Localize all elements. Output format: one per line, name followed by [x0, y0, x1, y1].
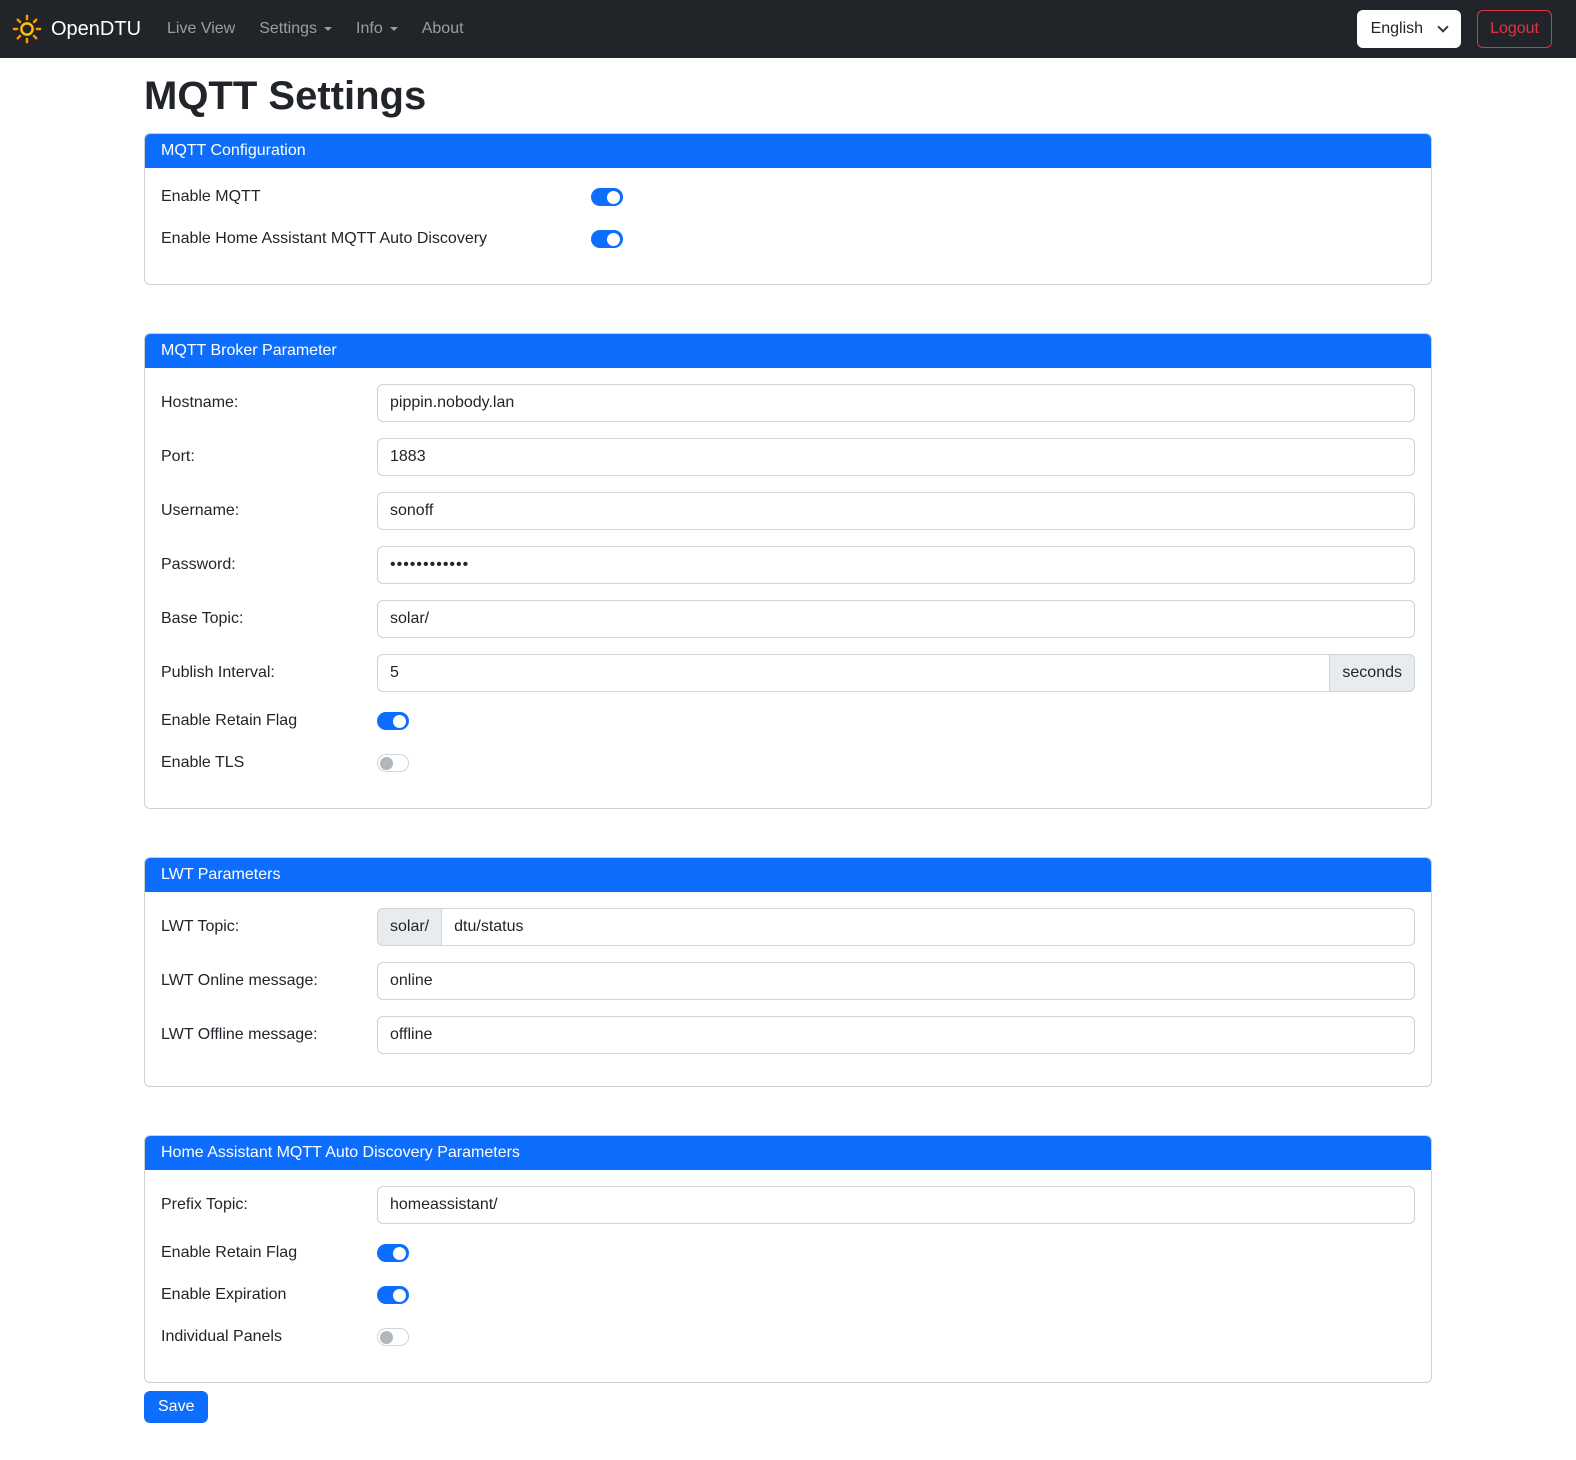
chevron-down-icon: [1437, 21, 1448, 32]
form-row: LWT Topic: solar/: [161, 908, 1415, 946]
form-row: LWT Online message:: [161, 962, 1415, 1000]
lwt-parameters-card: LWT Parameters LWT Topic: solar/ LWT Onl…: [144, 857, 1432, 1087]
field-label: Password:: [161, 556, 377, 574]
field-label: Hostname:: [161, 394, 377, 412]
nav-item-live-view[interactable]: Live View: [159, 12, 243, 46]
ha-enable-retain-flag-toggle[interactable]: [377, 1244, 409, 1262]
field-label: Enable Retain Flag: [161, 1244, 377, 1262]
form-row: Password:: [161, 546, 1415, 584]
card-header: Home Assistant MQTT Auto Discovery Param…: [145, 1136, 1431, 1170]
main-content: MQTT Settings MQTT Configuration Enable …: [144, 74, 1432, 1443]
lwt-online-message-input[interactable]: [377, 962, 1415, 1000]
nav-item-about[interactable]: About: [414, 12, 472, 46]
enable-mqtt-toggle[interactable]: [591, 188, 623, 206]
individual-panels-toggle[interactable]: [377, 1328, 409, 1346]
field-label: Enable Retain Flag: [161, 712, 377, 730]
language-select[interactable]: English: [1357, 10, 1461, 48]
field-label: Username:: [161, 502, 377, 520]
card-header: LWT Parameters: [145, 858, 1431, 892]
lwt-offline-message-input[interactable]: [377, 1016, 1415, 1054]
page-title: MQTT Settings: [144, 74, 1432, 119]
card-header: MQTT Broker Parameter: [145, 334, 1431, 368]
language-select-value: English: [1371, 20, 1423, 38]
sun-icon: [12, 14, 42, 44]
toggle-knob: [380, 757, 393, 770]
lwt-topic-input[interactable]: [441, 908, 1415, 946]
hostname-input[interactable]: [377, 384, 1415, 422]
brand-label: OpenDTU: [51, 18, 141, 41]
field-label: Enable Home Assistant MQTT Auto Discover…: [161, 230, 591, 248]
toggle-knob: [380, 1331, 393, 1344]
mqtt-broker-parameter-card: MQTT Broker Parameter Hostname: Port: Us…: [144, 333, 1432, 809]
toggle-knob: [607, 191, 620, 204]
field-label: Enable TLS: [161, 754, 377, 772]
toggle-knob: [393, 1289, 406, 1302]
save-button[interactable]: Save: [144, 1391, 208, 1423]
unit-addon: seconds: [1330, 654, 1415, 692]
form-row: Enable Retain Flag: [161, 708, 1415, 734]
form-row: Prefix Topic:: [161, 1186, 1415, 1224]
field-label: Enable MQTT: [161, 188, 591, 206]
field-label: Port:: [161, 448, 377, 466]
chevron-down-icon: [390, 27, 398, 31]
form-row: Individual Panels: [161, 1324, 1415, 1350]
base-topic-input[interactable]: [377, 600, 1415, 638]
form-row: Enable Retain Flag: [161, 1240, 1415, 1266]
form-row: Publish Interval: seconds: [161, 654, 1415, 692]
form-row: Enable TLS: [161, 750, 1415, 776]
field-label: Individual Panels: [161, 1328, 377, 1346]
toggle-knob: [393, 715, 406, 728]
mqtt-configuration-card: MQTT Configuration Enable MQTT Enable Ho…: [144, 133, 1432, 285]
enable-ha-auto-discovery-toggle[interactable]: [591, 230, 623, 248]
nav-item-info[interactable]: Info: [348, 12, 406, 46]
form-row: Hostname:: [161, 384, 1415, 422]
username-input[interactable]: [377, 492, 1415, 530]
enable-retain-flag-toggle[interactable]: [377, 712, 409, 730]
form-row: Enable MQTT: [161, 184, 1415, 210]
field-label: LWT Topic:: [161, 918, 377, 936]
form-row: Base Topic:: [161, 600, 1415, 638]
nav-item-label: About: [422, 20, 464, 38]
form-row: LWT Offline message:: [161, 1016, 1415, 1054]
field-label: LWT Offline message:: [161, 1026, 377, 1044]
form-row: Port:: [161, 438, 1415, 476]
form-row: Enable Expiration: [161, 1282, 1415, 1308]
publish-interval-input[interactable]: [377, 654, 1330, 692]
password-input[interactable]: [377, 546, 1415, 584]
field-label: Prefix Topic:: [161, 1196, 377, 1214]
toggle-knob: [393, 1247, 406, 1260]
enable-tls-toggle[interactable]: [377, 754, 409, 772]
nav-item-settings[interactable]: Settings: [251, 12, 340, 46]
brand-link[interactable]: OpenDTU: [12, 14, 141, 44]
navbar: OpenDTU Live View Settings Info About En…: [0, 0, 1576, 58]
ha-auto-discovery-parameters-card: Home Assistant MQTT Auto Discovery Param…: [144, 1135, 1432, 1383]
topic-prefix-addon: solar/: [377, 908, 441, 946]
prefix-topic-input[interactable]: [377, 1186, 1415, 1224]
field-label: Base Topic:: [161, 610, 377, 628]
chevron-down-icon: [324, 27, 332, 31]
field-label: LWT Online message:: [161, 972, 377, 990]
field-label: Publish Interval:: [161, 664, 377, 682]
form-row: Enable Home Assistant MQTT Auto Discover…: [161, 226, 1415, 252]
card-header: MQTT Configuration: [145, 134, 1431, 168]
field-label: Enable Expiration: [161, 1286, 377, 1304]
nav-item-label: Live View: [167, 20, 235, 38]
logout-button[interactable]: Logout: [1477, 10, 1552, 48]
nav-item-label: Settings: [259, 20, 317, 38]
nav-item-label: Info: [356, 20, 383, 38]
enable-expiration-toggle[interactable]: [377, 1286, 409, 1304]
form-row: Username:: [161, 492, 1415, 530]
port-input[interactable]: [377, 438, 1415, 476]
toggle-knob: [607, 233, 620, 246]
